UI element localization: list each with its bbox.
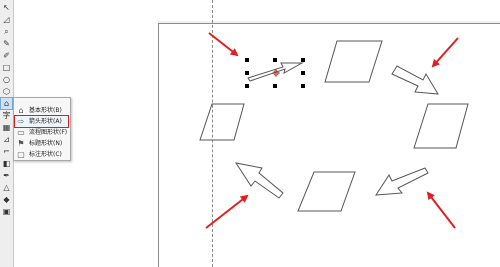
annotation-arrow-bottom-right <box>426 191 456 229</box>
parallelogram-shape-right[interactable] <box>413 103 469 149</box>
parallelogram-shape-top[interactable] <box>324 40 383 83</box>
annotation-arrow-bottom-left <box>205 194 249 229</box>
block-arrow-shape-bottom-right[interactable] <box>375 167 429 196</box>
annotation-arrow-top-right <box>431 37 459 68</box>
annotation-arrow-top-left <box>208 32 239 57</box>
parallelogram-shape-bottom[interactable] <box>297 171 356 212</box>
block-arrow-shape-right[interactable] <box>391 65 439 95</box>
parallelogram-shape-left[interactable] <box>199 103 245 141</box>
selected-arrow-shape[interactable] <box>247 62 304 82</box>
drawing-canvas[interactable] <box>0 0 500 267</box>
block-arrow-shape-bottom-left[interactable] <box>234 162 284 199</box>
